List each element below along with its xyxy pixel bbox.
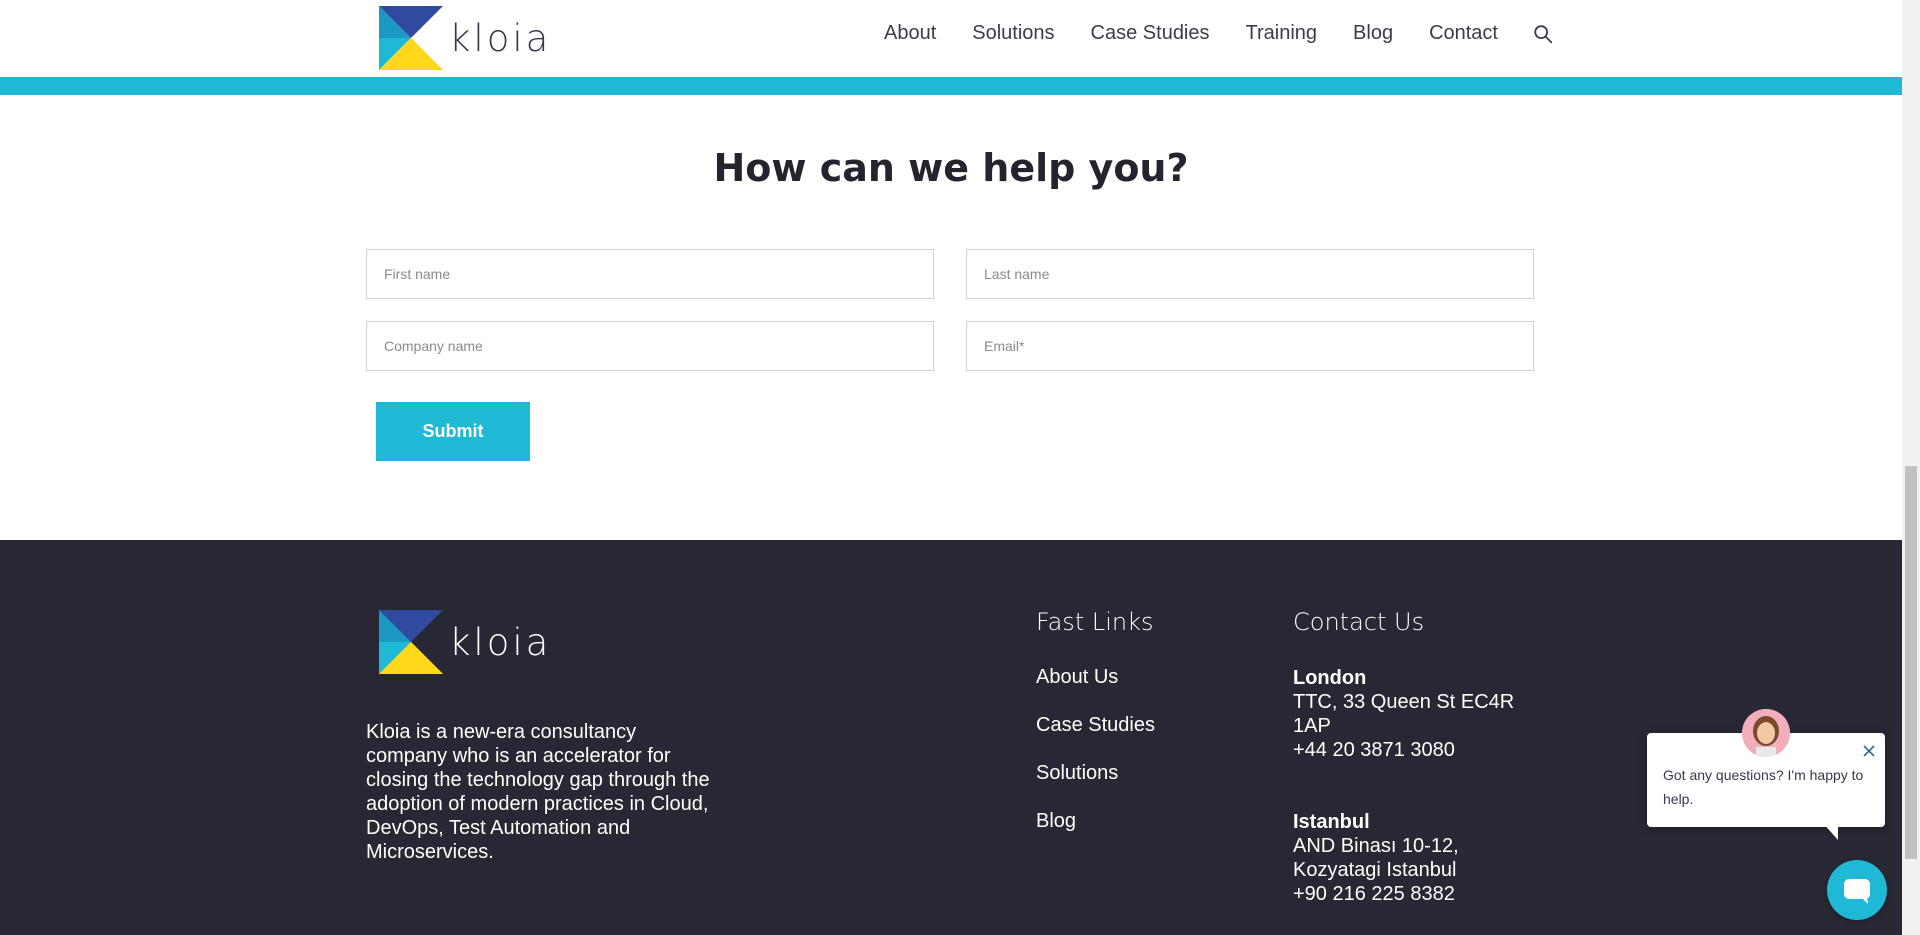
office-london: London TTC, 33 Queen St EC4R 1AP +44 20 … — [1293, 666, 1533, 762]
office-phone[interactable]: +44 20 3871 3080 — [1293, 738, 1533, 762]
footer-description: Kloia is a new-era consultancy company w… — [366, 721, 710, 863]
chat-message: Got any questions? I'm happy to help. — [1663, 767, 1864, 807]
site-footer: kloia Kloia is a new-era consultancy com… — [0, 540, 1902, 935]
header-accent-bar — [0, 77, 1902, 95]
company-name-input[interactable] — [366, 321, 934, 371]
email-input[interactable] — [966, 321, 1534, 371]
first-name-input[interactable] — [366, 249, 934, 299]
office-city: London — [1293, 667, 1367, 689]
kloia-logo-mark — [379, 610, 443, 674]
site-header: kloia About Solutions Case Studies Train… — [0, 0, 1902, 77]
chat-launcher-button[interactable] — [1827, 860, 1887, 920]
office-address-line: AND Binası 10-12, — [1293, 835, 1459, 857]
office-city: Istanbul — [1293, 811, 1370, 833]
scrollbar-thumb[interactable] — [1905, 466, 1917, 859]
nav-blog[interactable]: Blog — [1353, 22, 1393, 45]
nav-case-studies[interactable]: Case Studies — [1091, 22, 1210, 45]
nav-training[interactable]: Training — [1246, 22, 1318, 45]
last-name-input[interactable] — [966, 249, 1534, 299]
main-nav: About Solutions Case Studies Training Bl… — [884, 22, 1554, 45]
header-logo[interactable]: kloia — [379, 6, 551, 70]
office-address-line: TTC, 33 Queen St EC4R — [1293, 691, 1515, 713]
logo-wordmark: kloia — [449, 620, 552, 664]
footer-logo[interactable]: kloia — [379, 610, 551, 674]
office-phone[interactable]: +90 216 225 8382 — [1293, 882, 1533, 906]
form-title: How can we help you? — [713, 146, 1189, 190]
search-icon[interactable] — [1532, 23, 1554, 45]
kloia-logo-mark — [379, 6, 443, 70]
logo-wordmark: kloia — [449, 16, 552, 60]
fast-links-heading: Fast Links — [1036, 608, 1154, 636]
office-address-line: 1AP — [1293, 715, 1331, 737]
fast-link-case-studies[interactable]: Case Studies — [1036, 714, 1155, 737]
submit-button[interactable]: Submit — [376, 402, 530, 461]
nav-about[interactable]: About — [884, 22, 936, 45]
avatar-icon — [1742, 709, 1790, 757]
office-address-line: Kozyatagi Istanbul — [1293, 859, 1457, 881]
office-istanbul: Istanbul AND Binası 10-12, Kozyatagi Ist… — [1293, 810, 1533, 906]
contact-us-heading: Contact Us — [1293, 608, 1425, 636]
page: kloia About Solutions Case Studies Train… — [0, 0, 1902, 935]
page-scrollbar[interactable] — [1902, 0, 1920, 935]
chat-icon — [1844, 879, 1870, 904]
chat-popup-tail — [1822, 822, 1838, 840]
close-icon[interactable] — [1861, 743, 1877, 759]
chat-agent-avatar — [1742, 709, 1790, 757]
nav-contact[interactable]: Contact — [1429, 22, 1498, 45]
fast-link-blog[interactable]: Blog — [1036, 810, 1076, 833]
nav-solutions[interactable]: Solutions — [972, 22, 1054, 45]
fast-link-about-us[interactable]: About Us — [1036, 666, 1118, 689]
fast-link-solutions[interactable]: Solutions — [1036, 762, 1118, 785]
